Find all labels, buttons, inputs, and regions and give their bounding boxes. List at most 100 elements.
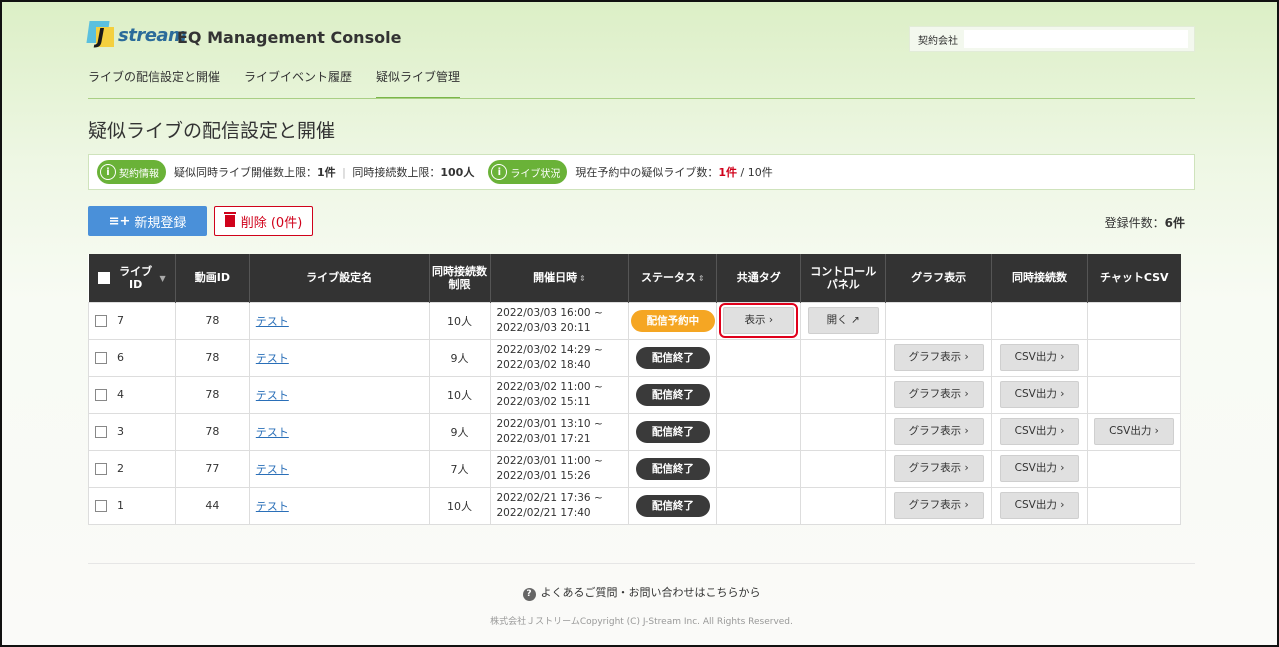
live-name-link[interactable]: テスト — [256, 463, 289, 476]
row-checkbox[interactable] — [95, 426, 107, 438]
cell-video-id: 78 — [174, 338, 250, 377]
pseudo-live-table: ライブ ID ▼ 動画ID ライブ設定名 同時接続数 制限 開催日時 ⇕ ステータ… — [88, 254, 1181, 525]
cell-chat-csv — [1087, 375, 1181, 414]
live-status-text: 現在予約中の疑似ライブ数：1件 / 10件 — [575, 166, 773, 179]
panel-open-button[interactable]: 開く ↗ — [807, 307, 879, 334]
question-icon: ? — [522, 588, 536, 601]
registered-count: 登録件数：6件 — [1104, 216, 1185, 230]
cell-tag — [716, 486, 802, 525]
chat-csv-button[interactable]: CSV出力 › — [1094, 418, 1174, 445]
cell-status: 配信終了 — [628, 338, 718, 377]
cell-status: 配信終了 — [628, 486, 718, 525]
cell-concurrent: CSV出力 › — [991, 449, 1088, 488]
th-tag: 共通タグ — [716, 254, 802, 302]
status-badge: 配信終了 — [635, 457, 710, 480]
cell-panel: 開く ↗ — [800, 301, 887, 340]
cell-live-id: 3 — [88, 412, 176, 451]
cell-status: 配信予約中 — [628, 301, 718, 340]
graph-button[interactable]: グラフ表示 › — [893, 381, 984, 408]
contract-info-text: 疑似同時ライブ開催数上限：1件 | 同時接続数上限：100人 — [174, 166, 475, 179]
copyright: 株式会社ＪストリームCopyright (C) J-Stream Inc. Al… — [490, 617, 793, 627]
cell-name: テスト — [248, 338, 430, 377]
cell-concurrent: CSV出力 › — [991, 338, 1088, 377]
nav-live-settings[interactable]: ライブの配信設定と開催 — [88, 68, 220, 99]
cell-date: 2022/03/01 11:00 ~2022/03/01 15:26 — [489, 449, 630, 488]
page-title: 疑似ライブの配信設定と開催 — [88, 120, 336, 142]
cell-date: 2022/03/02 11:00 ~2022/03/02 15:11 — [489, 375, 630, 414]
live-name-link[interactable]: テスト — [256, 352, 289, 365]
live-status-badge: i ライブ状況 — [488, 160, 568, 184]
footer-divider — [88, 563, 1195, 564]
live-name-link[interactable]: テスト — [256, 426, 289, 439]
cell-tag — [716, 412, 802, 451]
status-badge: 配信終了 — [635, 494, 710, 517]
table-row: 2 77 テスト 7人 2022/03/01 11:00 ~2022/03/01 15:… — [88, 449, 1181, 488]
cell-name: テスト — [248, 301, 430, 340]
add-list-icon: ≡+ — [108, 213, 131, 229]
cell-concurrent: CSV出力 › — [991, 375, 1088, 414]
graph-button[interactable]: グラフ表示 › — [893, 344, 984, 371]
cell-limit: 10人 — [428, 375, 491, 414]
cell-live-id: 7 — [88, 301, 176, 340]
cell-panel — [800, 338, 887, 377]
row-checkbox[interactable] — [95, 463, 107, 475]
faq-link[interactable]: ? よくあるご質問・お問い合わせはこちらから — [2, 584, 1277, 601]
concurrent-csv-button[interactable]: CSV出力 › — [999, 381, 1080, 408]
cell-tag: 表示 › — [716, 301, 802, 340]
row-checkbox[interactable] — [95, 389, 107, 401]
row-checkbox[interactable] — [95, 315, 107, 327]
trash-icon — [223, 212, 236, 227]
cell-name: テスト — [248, 486, 430, 525]
contract-company-box: 契約会社 — [909, 26, 1195, 52]
th-panel: コントロール パネル — [800, 254, 887, 302]
cell-graph: グラフ表示 › — [885, 449, 993, 488]
table-row: 3 78 テスト 9人 2022/03/01 13:10 ~2022/03/01 17:… — [88, 412, 1181, 451]
cell-limit: 10人 — [428, 486, 491, 525]
select-all-checkbox[interactable] — [97, 271, 110, 284]
concurrent-csv-button[interactable]: CSV出力 › — [999, 418, 1080, 445]
nav-divider — [88, 98, 1195, 99]
nav-live-history[interactable]: ライブイベント履歴 — [244, 68, 352, 99]
status-badge: 配信終了 — [635, 383, 710, 406]
th-live-id[interactable]: ライブ ID ▼ — [88, 254, 176, 302]
table-body: 7 78 テスト 10人 2022/03/03 16:00 ~2022/03/03 20… — [88, 301, 1181, 525]
graph-button[interactable]: グラフ表示 › — [893, 455, 984, 482]
new-register-button[interactable]: ≡+ 新規登録 — [88, 206, 207, 236]
cell-chat-csv: CSV出力 › — [1087, 412, 1181, 451]
th-date[interactable]: 開催日時 ⇕ — [490, 254, 630, 302]
table-row: 1 44 テスト 10人 2022/02/21 17:36 ~2022/02/21 17… — [88, 486, 1181, 525]
th-chat-csv: チャットCSV — [1087, 254, 1181, 302]
graph-button[interactable]: グラフ表示 › — [893, 492, 984, 519]
cell-video-id: 77 — [174, 449, 250, 488]
sort-icon: ⇕ — [579, 273, 586, 283]
tag-show-button[interactable]: 表示 › — [719, 303, 799, 338]
live-name-link[interactable]: テスト — [256, 389, 289, 402]
delete-button[interactable]: 削除 (0件) — [214, 206, 313, 236]
cell-name: テスト — [248, 375, 430, 414]
cell-limit: 10人 — [428, 301, 491, 340]
cell-panel — [800, 375, 887, 414]
cell-limit: 9人 — [428, 338, 491, 377]
cell-tag — [716, 449, 802, 488]
graph-button[interactable]: グラフ表示 › — [893, 418, 984, 445]
cell-chat-csv — [1087, 301, 1181, 340]
external-link-icon: ↗ — [850, 314, 860, 326]
row-checkbox[interactable] — [95, 352, 107, 364]
concurrent-csv-button[interactable]: CSV出力 › — [999, 344, 1080, 371]
nav-pseudo-live[interactable]: 疑似ライブ管理 — [376, 68, 461, 99]
live-name-link[interactable]: テスト — [256, 315, 289, 328]
cell-tag — [716, 338, 802, 377]
cell-limit: 9人 — [428, 412, 491, 451]
concurrent-csv-button[interactable]: CSV出力 › — [999, 492, 1080, 519]
info-icon: i — [491, 164, 508, 180]
jstream-logo[interactable]: J stream — [86, 20, 187, 50]
live-name-link[interactable]: テスト — [256, 500, 289, 513]
th-limit: 同時接続数 制限 — [429, 254, 491, 302]
cell-graph — [885, 301, 993, 340]
cell-graph: グラフ表示 › — [885, 412, 993, 451]
concurrent-csv-button[interactable]: CSV出力 › — [999, 455, 1080, 482]
th-status[interactable]: ステータス ⇕ — [628, 254, 718, 302]
row-checkbox[interactable] — [95, 500, 107, 512]
contract-company-field[interactable] — [964, 30, 1188, 48]
cell-concurrent: CSV出力 › — [991, 412, 1088, 451]
